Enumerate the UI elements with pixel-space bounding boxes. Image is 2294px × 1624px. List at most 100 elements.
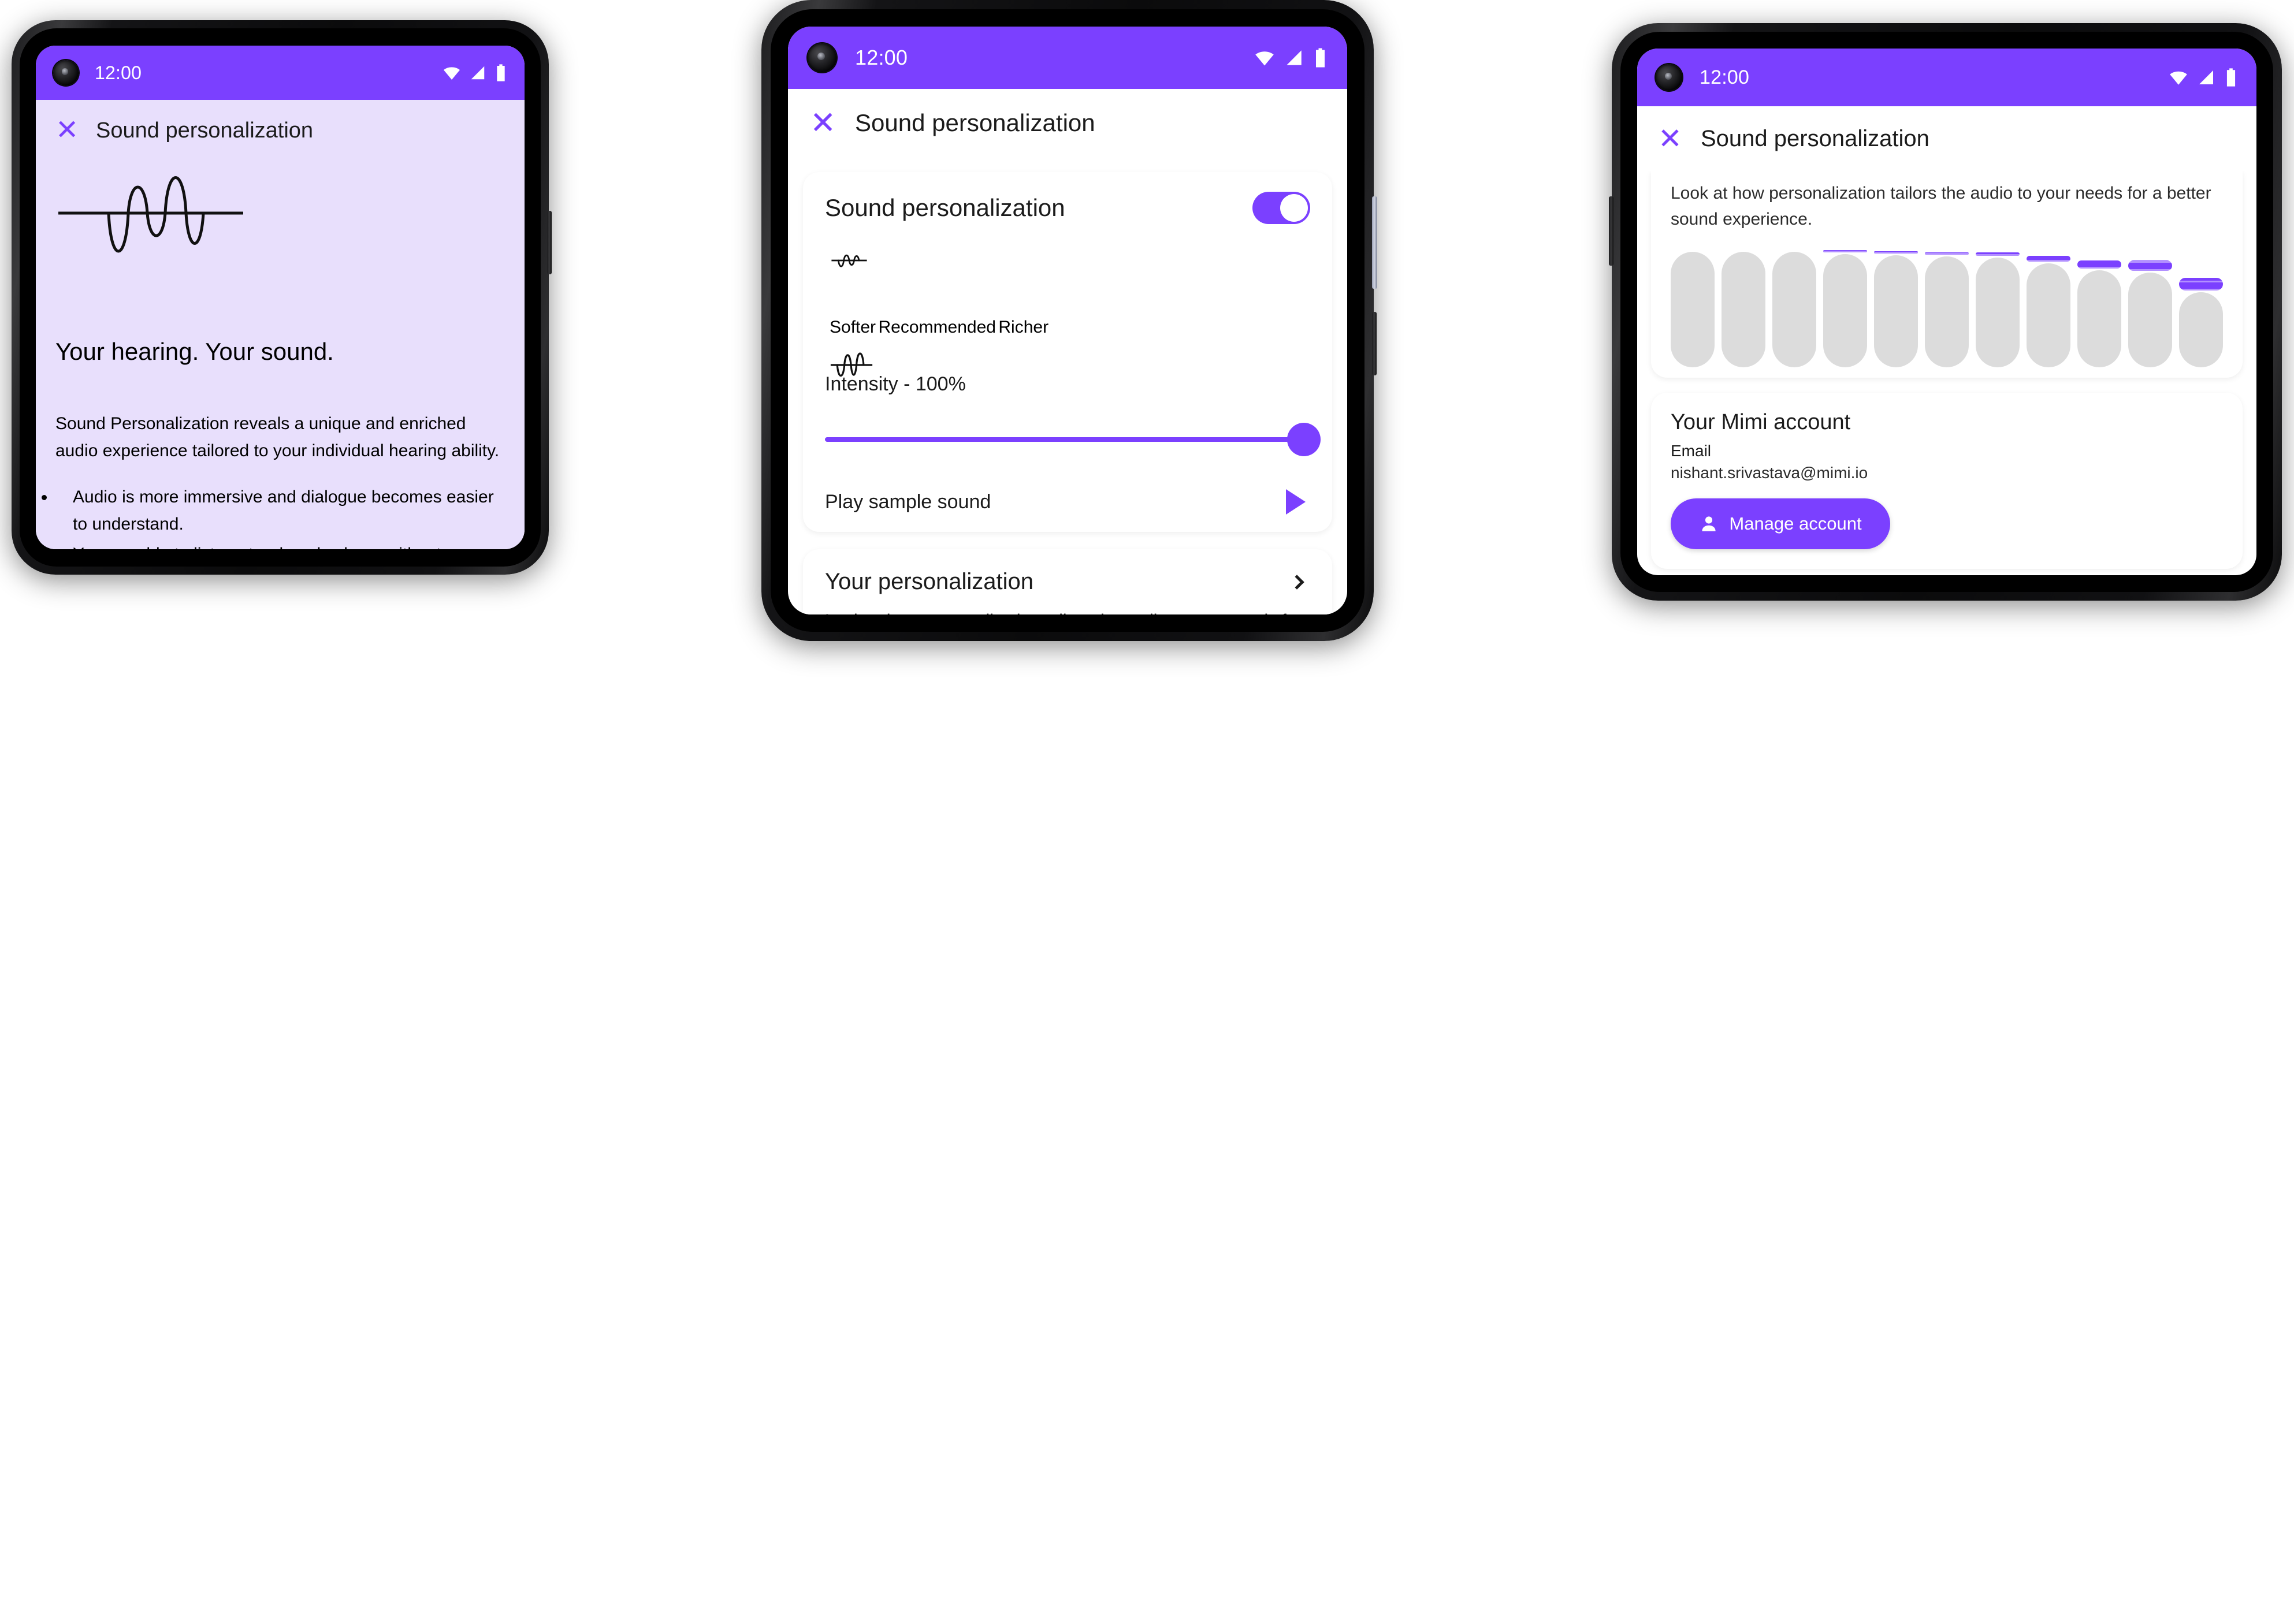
bar-personalization-cap xyxy=(1874,251,1918,254)
wifi-icon xyxy=(444,67,460,80)
benefit-bold: You are able to listen at reduced volume xyxy=(73,545,381,549)
status-bar: 12:00 xyxy=(36,46,525,100)
list-item: Audio is more immersive and dialogue bec… xyxy=(55,484,505,538)
bar-baseline xyxy=(2179,292,2223,367)
card-description: Look at how personalization tailors the … xyxy=(825,608,1310,614)
status-time: 12:00 xyxy=(855,46,908,69)
phone-3-device: 12:00 ✕ Sound personalization Look at ho… xyxy=(1609,23,2282,601)
audio-waveform-illustration xyxy=(55,161,505,334)
status-time: 12:00 xyxy=(95,62,142,83)
mode-label-softer: Softer xyxy=(830,318,876,337)
cellular-signal-icon xyxy=(2199,70,2213,84)
bar-personalization-cap xyxy=(2027,256,2070,262)
bar-column xyxy=(2077,252,2121,367)
close-icon[interactable]: ✕ xyxy=(1658,124,1691,153)
bar-column xyxy=(1976,252,2020,367)
status-bar: 12:00 xyxy=(1637,49,2256,106)
app-bar: ✕ Sound personalization xyxy=(788,89,1347,157)
battery-icon xyxy=(2226,68,2236,87)
sound-personalization-card: Sound personalization Softer Recommended… xyxy=(803,172,1332,532)
person-icon xyxy=(1699,514,1719,534)
bar-column xyxy=(2128,252,2172,367)
page-title: Sound personalization xyxy=(96,118,314,143)
bar-baseline xyxy=(2077,270,2121,367)
page-title: Sound personalization xyxy=(1701,125,1929,151)
intensity-label: Intensity - 100% xyxy=(825,373,966,395)
bar-column xyxy=(1722,252,1765,367)
bar-personalization-cap xyxy=(1823,250,1867,252)
phone-1-device: 12:00 ✕ Sound personalization Your heari… xyxy=(12,20,552,575)
chevron-right-icon[interactable] xyxy=(1289,574,1304,590)
status-time: 12:00 xyxy=(1700,66,1750,88)
status-icons xyxy=(2169,68,2238,87)
status-icons xyxy=(1254,47,1328,68)
status-bar: 12:00 xyxy=(788,27,1347,89)
phone-3-screen: 12:00 ✕ Sound personalization Look at ho… xyxy=(1637,49,2256,575)
bar-baseline xyxy=(1722,252,1765,367)
slider-knob[interactable] xyxy=(1287,423,1321,456)
manage-account-label: Manage account xyxy=(1729,513,1862,534)
phone-2-device: 12:00 ✕ Sound personalization Sound pers… xyxy=(761,0,1377,641)
card-header: Sound personalization xyxy=(825,192,1310,224)
bar-baseline xyxy=(2128,273,2172,367)
manage-account-button[interactable]: Manage account xyxy=(1671,498,1890,549)
front-camera-icon xyxy=(1656,64,1682,91)
toggle-knob xyxy=(1280,194,1308,222)
intro-paragraph: Sound Personalization reveals a unique a… xyxy=(55,414,500,460)
wifi-icon xyxy=(2170,71,2187,85)
sound-personalization-toggle[interactable] xyxy=(1252,192,1310,224)
play-icon[interactable] xyxy=(1286,489,1306,515)
phone-1-screen: 12:00 ✕ Sound personalization Your heari… xyxy=(36,46,525,549)
your-personalization-card[interactable]: Your personalization Look at how persona… xyxy=(803,549,1332,614)
bar-column xyxy=(2027,252,2070,367)
bar-baseline xyxy=(2027,263,2070,367)
headline: Your hearing. Your sound. xyxy=(55,338,334,365)
status-icons xyxy=(443,64,507,82)
phone-2-content: Sound personalization Softer Recommended… xyxy=(788,157,1347,614)
close-icon[interactable]: ✕ xyxy=(55,117,87,144)
mode-labels: Softer Recommended Richer xyxy=(825,318,1310,337)
bar-column xyxy=(1671,252,1715,367)
page-title: Sound personalization xyxy=(855,109,1095,136)
waveform-softer-icon xyxy=(831,254,867,267)
bar-baseline xyxy=(1772,252,1816,367)
play-sample-sound-row[interactable]: Play sample sound xyxy=(825,489,1310,515)
screenshot-canvas: 12:00 ✕ Sound personalization Your heari… xyxy=(0,0,2294,1624)
bar-personalization-cap xyxy=(1925,252,1969,255)
app-bar: ✕ Sound personalization xyxy=(1637,106,2256,171)
close-icon[interactable]: ✕ xyxy=(810,107,845,139)
bar-baseline xyxy=(1874,255,1918,367)
cellular-signal-icon xyxy=(471,66,485,80)
play-sample-label: Play sample sound xyxy=(825,490,991,513)
bar-baseline xyxy=(1823,254,1867,367)
email-label: Email xyxy=(1671,442,1712,460)
personalization-chart-card[interactable]: Look at how personalization tailors the … xyxy=(1651,171,2243,378)
phone-3-content: Look at how personalization tailors the … xyxy=(1637,171,2256,575)
bar-column xyxy=(1823,250,1867,367)
bar-column xyxy=(1925,252,1969,367)
benefits-list: Audio is more immersive and dialogue bec… xyxy=(55,484,505,549)
wifi-icon xyxy=(1255,51,1274,66)
card-description: Look at how personalization tailors the … xyxy=(1671,184,2211,229)
card-header: Your personalization xyxy=(825,569,1310,595)
card-title: Your personalization xyxy=(825,569,1033,594)
intensity-slider[interactable] xyxy=(825,422,1321,457)
benefit-bold: Audio is more immersive xyxy=(73,487,263,506)
app-bar: ✕ Sound personalization xyxy=(36,100,525,161)
card-title: Sound personalization xyxy=(825,194,1065,221)
email-value: nishant.srivastava@mimi.io xyxy=(1671,464,1868,482)
cellular-signal-icon xyxy=(1287,50,1302,65)
list-item: You are able to listen at reduced volume… xyxy=(55,541,505,549)
mode-softer-button[interactable] xyxy=(830,247,922,298)
bar-baseline xyxy=(1976,258,2020,367)
bar-personalization-cap xyxy=(2179,278,2223,290)
front-camera-icon xyxy=(53,60,79,85)
mode-label-richer: Richer xyxy=(998,318,1049,337)
bar-personalization-cap xyxy=(1976,252,2020,256)
bar-column xyxy=(1874,251,1918,367)
battery-icon xyxy=(497,64,505,81)
bar-baseline xyxy=(1925,256,1969,367)
bar-personalization-cap xyxy=(2128,260,2172,271)
bar-column xyxy=(1772,252,1816,367)
phone-2-screen: 12:00 ✕ Sound personalization Sound pers… xyxy=(788,27,1347,614)
